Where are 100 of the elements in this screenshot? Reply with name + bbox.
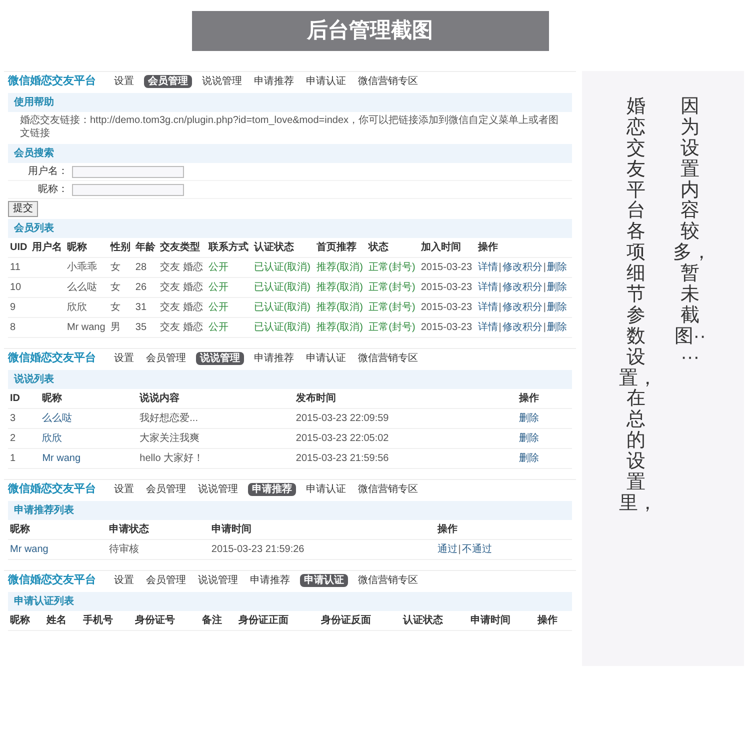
title-banner: 后台管理截图 — [192, 11, 548, 51]
column-header: 年龄 — [135, 242, 156, 253]
action-link[interactable]: 通过 — [437, 544, 458, 555]
table-cell: 9 — [10, 302, 16, 313]
column-header: 认证状态 — [403, 615, 444, 626]
input-field[interactable] — [72, 184, 184, 196]
nav-tab[interactable]: 申请认证 — [304, 75, 348, 88]
action-link[interactable]: 详情 — [478, 262, 498, 273]
action-link[interactable]: 删除 — [546, 302, 567, 313]
action-link[interactable]: 修改积分 — [502, 322, 542, 333]
column-header: 加入时间 — [420, 242, 461, 253]
section-header: 说说列表 — [8, 370, 572, 389]
table-cell[interactable]: 么么哒 — [42, 413, 72, 424]
action-link[interactable]: 删除 — [546, 262, 567, 273]
brand-title: 微信婚恋交友平台 — [8, 574, 96, 587]
column-header: ID — [10, 393, 20, 404]
nav-tab[interactable]: 说说管理 — [196, 483, 240, 496]
column-header: UID — [10, 242, 28, 253]
nav-tab[interactable]: 微信营销专区 — [356, 483, 420, 496]
input-field[interactable] — [72, 166, 184, 178]
table-cell: 我好想恋爱... — [140, 413, 198, 424]
table-cell: 2015-03-23 21:59:56 — [296, 453, 389, 464]
nav-tab[interactable]: 申请认证 — [304, 483, 348, 496]
table-cell: 正常(封号) — [368, 322, 416, 333]
nav-tab[interactable]: 申请推荐 — [252, 75, 296, 88]
separator: | — [543, 262, 546, 273]
table-cell[interactable]: 欣欣 — [42, 433, 62, 444]
action-link[interactable]: 修改积分 — [502, 262, 542, 273]
nav-tab[interactable]: 申请认证 — [304, 352, 348, 365]
nav-tab[interactable]: 设置 — [112, 352, 136, 365]
nav-tab[interactable]: 设置 — [112, 574, 136, 587]
column-header: 昵称 — [10, 615, 30, 626]
column-header: 首页推荐 — [316, 242, 356, 253]
field-label: 昵称： — [37, 183, 68, 196]
action-link[interactable]: 修改积分 — [502, 302, 542, 313]
action-link[interactable]: 详情 — [478, 282, 498, 293]
nav-tab[interactable]: 设置 — [112, 75, 136, 88]
action-link[interactable]: 详情 — [478, 302, 498, 313]
nav-tab[interactable]: 设置 — [112, 483, 136, 496]
nav-tab[interactable]: 微信营销专区 — [356, 352, 420, 365]
table-cell: 大家关注我爽 — [140, 433, 200, 444]
nav-tab[interactable]: 会员管理 — [144, 574, 188, 587]
table-cell: 交友 婚恋 — [160, 262, 203, 273]
table-cell: 已认证(取消) — [254, 262, 310, 273]
column-header: 发布时间 — [296, 393, 336, 404]
column-header: 申请时间 — [211, 524, 252, 535]
nav-tab[interactable]: 会员管理 — [144, 352, 188, 365]
table-cell: 推荐(取消) — [316, 262, 364, 273]
column-header: 性别 — [110, 242, 131, 253]
nav-tab[interactable]: 说说管理 — [200, 75, 244, 88]
section-header: 会员搜索 — [8, 144, 572, 163]
table-cell: 交友 婚恋 — [160, 282, 203, 293]
table-cell: 公开 — [208, 282, 228, 293]
separator: | — [498, 282, 502, 293]
table-cell: 已认证(取消) — [254, 282, 310, 293]
nav-tab[interactable]: 微信营销专区 — [356, 574, 420, 587]
table-cell: 28 — [135, 262, 147, 273]
table-cell: 26 — [135, 282, 147, 293]
action-link[interactable]: 删除 — [546, 322, 567, 333]
table-cell: 公开 — [208, 262, 228, 273]
action-link[interactable]: 删除 — [518, 413, 539, 424]
column-header: 操作 — [437, 524, 458, 535]
nav-tab[interactable]: 微信营销专区 — [356, 75, 420, 88]
table-cell: 已认证(取消) — [254, 322, 310, 333]
table-cell: 2015-03-23 — [420, 322, 472, 333]
table-cell: 公开 — [208, 322, 228, 333]
nav-tab[interactable]: 会员管理 — [144, 483, 188, 496]
section-header: 使用帮助 — [8, 93, 572, 112]
action-link[interactable]: 修改积分 — [502, 282, 542, 293]
table-cell[interactable]: Mr wang — [42, 453, 81, 464]
action-link[interactable]: 删除 — [546, 282, 567, 293]
column-header: 身份证反面 — [320, 615, 371, 626]
table-cell: 男 — [110, 322, 121, 333]
table-cell: 2015-03-23 21:59:26 — [211, 544, 304, 555]
nav-tab[interactable]: 说说管理 — [196, 352, 244, 365]
nav-tab[interactable]: 申请认证 — [300, 574, 348, 587]
nav-tab[interactable]: 申请推荐 — [252, 352, 296, 365]
action-link[interactable]: 删除 — [518, 453, 539, 464]
nav-tab[interactable]: 申请推荐 — [248, 574, 292, 587]
column-header: 申请状态 — [108, 524, 149, 535]
table-cell: 3 — [10, 413, 16, 424]
field-label: 用户名： — [27, 165, 68, 178]
separator: | — [543, 302, 546, 313]
action-link[interactable]: 删除 — [518, 433, 539, 444]
table-cell: 交友 婚恋 — [160, 302, 203, 313]
nav-tab[interactable]: 申请推荐 — [248, 483, 296, 496]
submit-button[interactable]: 提交 — [8, 201, 38, 217]
table-cell: 35 — [135, 322, 147, 333]
table-cell[interactable]: Mr wang — [10, 544, 48, 555]
column-header: 操作 — [518, 393, 539, 404]
nav-tab[interactable]: 说说管理 — [196, 574, 240, 587]
action-link[interactable]: 详情 — [478, 322, 498, 333]
table-cell: 1 — [10, 453, 16, 464]
table-cell: 11 — [10, 262, 20, 273]
action-link[interactable]: 不通过 — [462, 544, 492, 555]
nav-tab[interactable]: 会员管理 — [144, 75, 192, 88]
column-header: 操作 — [537, 615, 558, 626]
table-cell: 交友 婚恋 — [160, 322, 203, 333]
column-header: 姓名 — [46, 615, 67, 626]
table-cell: hello 大家好！ — [140, 453, 204, 464]
